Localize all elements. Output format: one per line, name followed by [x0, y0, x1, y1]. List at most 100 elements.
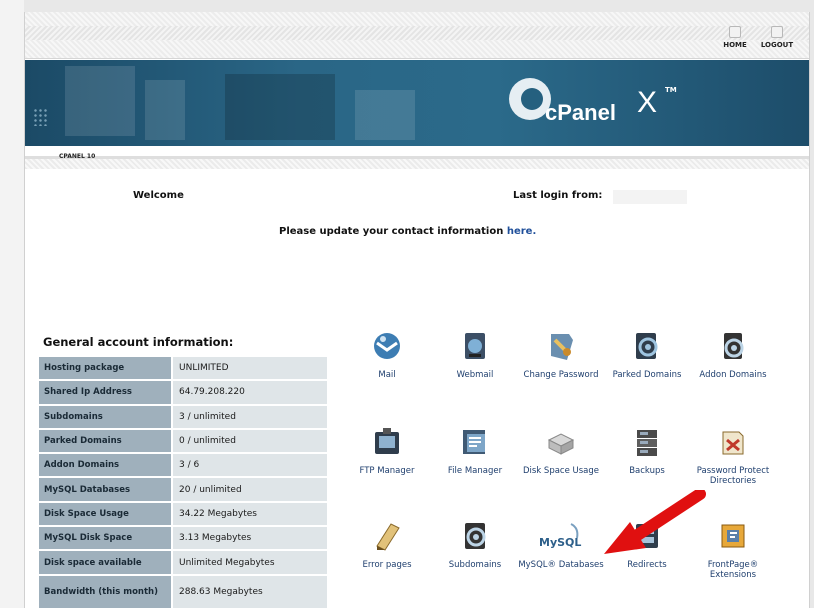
- row-value: 288.63 Megabytes: [173, 575, 327, 608]
- row-label: Hosting package: [39, 357, 173, 382]
- banner-dots: [33, 108, 49, 126]
- change-password-icon: [545, 330, 577, 362]
- table-row: MySQL Disk Space 3.13 Megabytes: [39, 527, 327, 552]
- row-label: Disk Space Usage: [39, 502, 173, 528]
- password-protect-button[interactable]: Password Protect Directories: [689, 426, 777, 486]
- cpanel-x-mark: X: [637, 86, 658, 119]
- table-row: Hosting package UNLIMITED: [39, 357, 327, 382]
- table-row: Bandwidth (this month) 288.63 Megabytes: [39, 575, 327, 608]
- row-label: MySQL Databases: [39, 478, 173, 503]
- frontpage-icon: [717, 520, 749, 552]
- row-label: Addon Domains: [39, 454, 173, 479]
- ftp-manager-icon: [371, 426, 403, 458]
- change-password-label: Change Password: [523, 370, 599, 380]
- update-contact-message: Please update your contact information h…: [279, 226, 536, 237]
- file-manager-button[interactable]: File Manager: [431, 426, 519, 476]
- row-value: 3.13 Megabytes: [173, 527, 327, 552]
- addon-domains-button[interactable]: Addon Domains: [689, 330, 777, 380]
- banner-building: [65, 66, 135, 136]
- parked-domains-label: Parked Domains: [612, 370, 682, 380]
- separator-stripe: [25, 159, 809, 169]
- banner-building: [145, 80, 185, 140]
- red-arrow-annotation: [604, 490, 706, 554]
- row-value: 34.22 Megabytes: [173, 502, 327, 528]
- table-row: Parked Domains 0 / unlimited: [39, 429, 327, 455]
- home-icon: [729, 26, 741, 38]
- logout-link[interactable]: LOGOUT: [757, 26, 797, 49]
- sub-bar: [25, 146, 809, 160]
- mysql-logo-text: MySQL: [539, 536, 581, 549]
- row-value: 0 / unlimited: [173, 429, 327, 455]
- update-contact-link[interactable]: here.: [507, 226, 536, 237]
- error-pages-label: Error pages: [362, 560, 412, 570]
- cpanel-banner: cPanel X TM: [25, 60, 809, 146]
- row-value: Unlimited Megabytes: [173, 551, 327, 576]
- mysql-databases-button[interactable]: MySQL MySQL® Databases: [517, 520, 605, 570]
- table-row: MySQL Databases 20 / unlimited: [39, 478, 327, 503]
- welcome-label: Welcome: [133, 190, 184, 201]
- top-stripe: [25, 26, 809, 40]
- cpanel-window: HOME LOGOUT cPanel X TM CPANEL 10 Welcom…: [24, 12, 810, 608]
- parked-domains-icon: [631, 330, 663, 362]
- redirects-label: Redirects: [627, 560, 667, 570]
- last-login-value: [613, 190, 687, 204]
- change-password-button[interactable]: Change Password: [517, 330, 605, 380]
- frontpage-label: FrontPage® Extensions: [707, 560, 759, 581]
- row-value: 64.79.208.220: [173, 381, 327, 406]
- row-label: Parked Domains: [39, 429, 173, 455]
- ftp-manager-button[interactable]: FTP Manager: [343, 426, 431, 476]
- table-row: Disk Space Usage 34.22 Megabytes: [39, 502, 327, 528]
- disk-space-icon: [545, 426, 577, 458]
- table-row: Disk space available Unlimited Megabytes: [39, 551, 327, 576]
- home-link[interactable]: HOME: [715, 26, 755, 49]
- account-info-table: Hosting package UNLIMITED Shared Ip Addre…: [39, 357, 327, 608]
- password-protect-icon: [717, 426, 749, 458]
- mail-icon: [371, 330, 403, 362]
- cpanel-logo-text: cPanel: [545, 100, 616, 125]
- banner-building: [225, 74, 335, 140]
- error-pages-icon: [371, 520, 403, 552]
- addon-domains-icon: [717, 330, 749, 362]
- row-label: Shared Ip Address: [39, 381, 173, 406]
- file-manager-icon: [459, 426, 491, 458]
- row-label: MySQL Disk Space: [39, 527, 173, 552]
- update-text: Please update your contact information: [279, 226, 504, 237]
- backups-button[interactable]: Backups: [603, 426, 691, 476]
- mail-button[interactable]: Mail: [343, 330, 431, 380]
- logout-label: LOGOUT: [760, 41, 794, 49]
- banner-building: [355, 90, 415, 140]
- webmail-icon: [459, 330, 491, 362]
- home-label: HOME: [723, 41, 747, 49]
- last-login-label: Last login from:: [513, 190, 603, 201]
- disk-space-label: Disk Space Usage: [522, 466, 600, 476]
- row-label: Bandwidth (this month): [39, 575, 173, 608]
- mysql-icon: MySQL: [537, 520, 585, 552]
- mail-label: Mail: [378, 370, 396, 380]
- addon-domains-label: Addon Domains: [699, 370, 767, 380]
- row-value: 3 / 6: [173, 454, 327, 479]
- table-row: Shared Ip Address 64.79.208.220: [39, 381, 327, 406]
- row-label: Disk space available: [39, 551, 173, 576]
- disk-space-button[interactable]: Disk Space Usage: [517, 426, 605, 476]
- error-pages-button[interactable]: Error pages: [343, 520, 431, 570]
- subdomains-label: Subdomains: [448, 560, 502, 570]
- row-label: Subdomains: [39, 405, 173, 430]
- webmail-label: Webmail: [456, 370, 494, 380]
- table-row: Subdomains 3 / unlimited: [39, 405, 327, 430]
- row-value: 20 / unlimited: [173, 478, 327, 503]
- left-margin: [0, 0, 24, 608]
- row-value: UNLIMITED: [173, 357, 327, 382]
- row-value: 3 / unlimited: [173, 405, 327, 430]
- table-row: Addon Domains 3 / 6: [39, 454, 327, 479]
- subdomains-button[interactable]: Subdomains: [431, 520, 519, 570]
- logout-icon: [771, 26, 783, 38]
- file-manager-label: File Manager: [447, 466, 503, 476]
- backups-label: Backups: [629, 466, 665, 476]
- mysql-databases-label: MySQL® Databases: [518, 560, 604, 570]
- account-info-title: General account information:: [43, 335, 234, 349]
- ftp-manager-label: FTP Manager: [359, 466, 415, 476]
- subdomains-icon: [459, 520, 491, 552]
- parked-domains-button[interactable]: Parked Domains: [603, 330, 691, 380]
- top-nav-bar: HOME LOGOUT: [25, 12, 809, 59]
- webmail-button[interactable]: Webmail: [431, 330, 519, 380]
